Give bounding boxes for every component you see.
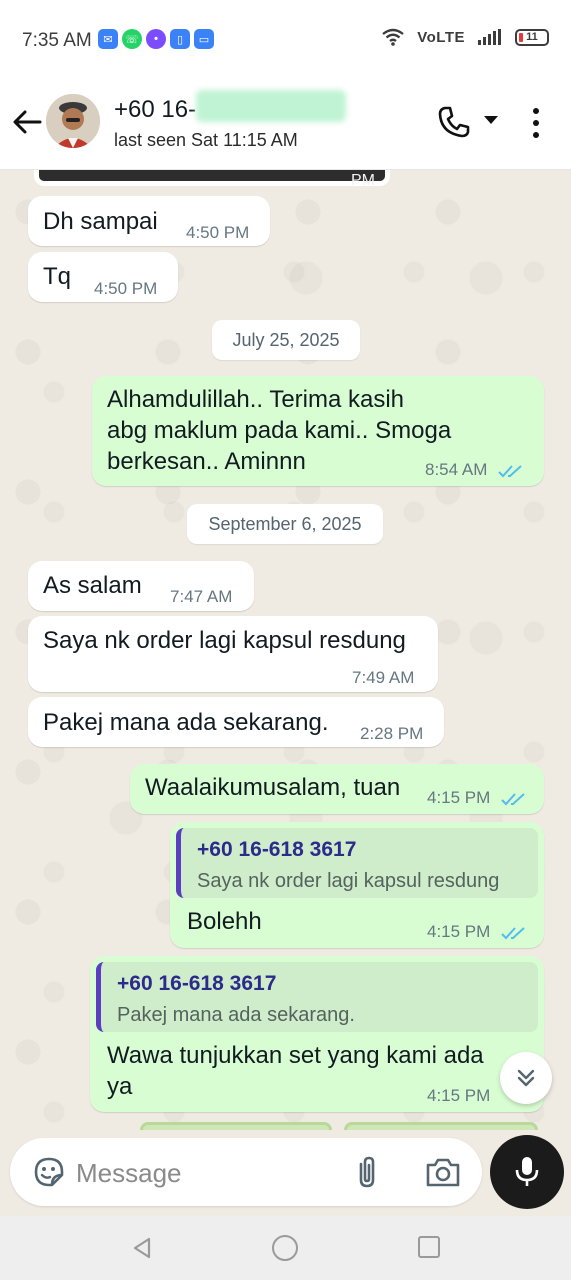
last-seen-status: last seen Sat 11:15 AM: [114, 130, 298, 150]
battery-saver-icon: ▭: [194, 29, 214, 49]
camera-icon[interactable]: [424, 1155, 462, 1189]
signal-icon: [478, 29, 501, 45]
quoted-text: Pakej mana ada sekarang.: [117, 1004, 355, 1026]
read-receipt-icon: [501, 792, 525, 805]
notification-icons: ✉ ☏ • ▯ ▭: [98, 29, 214, 49]
message-text: Pakej mana ada sekarang.: [43, 709, 329, 736]
quoted-sender: +60 16-618 3617: [117, 972, 277, 995]
media-message-peek[interactable]: [344, 1122, 538, 1130]
status-bar: 7:35 AM ✉ ☏ • ▯ ▭ VoLTE 11: [0, 0, 571, 80]
whatsapp-icon: ☏: [122, 29, 142, 49]
message-outgoing[interactable]: Alhamdulillah.. Terima kasih abg maklum …: [92, 376, 544, 486]
message-text: Dh sampai: [43, 208, 158, 235]
messenger-icon: ✉: [98, 29, 118, 49]
message-text: Saya nk order lagi kapsul resdung: [43, 627, 406, 654]
nav-recents-icon[interactable]: [418, 1236, 440, 1258]
message-time: 2:28 PM: [360, 724, 424, 743]
status-right: VoLTE 11: [381, 28, 549, 46]
attachment-icon[interactable]: [350, 1154, 384, 1190]
message-outgoing[interactable]: Waalaikumusalam, tuan 4:15 PM: [130, 764, 544, 814]
message-time: 8:54 AM: [425, 460, 524, 480]
quoted-message[interactable]: +60 16-618 3617 Saya nk order lagi kapsu…: [176, 828, 538, 898]
back-arrow-icon[interactable]: [10, 105, 44, 139]
app-icon: •: [146, 29, 166, 49]
call-options-caret-icon[interactable]: [484, 116, 498, 124]
chat-header: +60 16- last seen Sat 11:15 AM: [0, 80, 571, 170]
message-text: Waalaikumusalam, tuan: [145, 774, 401, 801]
status-time: 7:35 AM: [22, 30, 92, 51]
quoted-sender: +60 16-618 3617: [197, 838, 357, 861]
contact-name[interactable]: +60 16-: [114, 96, 196, 124]
sticker-emoji-icon[interactable]: [32, 1155, 66, 1189]
contact-avatar[interactable]: [46, 94, 100, 148]
message-incoming[interactable]: Tq 4:50 PM: [28, 252, 178, 302]
message-time: 7:49 AM: [352, 668, 415, 687]
message-time: 7:47 AM: [170, 587, 233, 606]
quoted-text: Saya nk order lagi kapsul resdung: [197, 870, 500, 892]
scroll-to-bottom-button[interactable]: [500, 1052, 552, 1104]
volte-label: VoLTE: [417, 28, 465, 46]
message-text: Alhamdulillah.. Terima kasih abg maklum …: [107, 386, 452, 475]
image-message[interactable]: 4:49 PM: [34, 170, 390, 189]
redaction-mask: [196, 90, 346, 122]
message-text: Bolehh: [187, 908, 262, 935]
message-time: 4:50 PM: [94, 279, 158, 298]
image-message-time: 4:49 PM: [351, 170, 382, 189]
message-incoming[interactable]: Saya nk order lagi kapsul resdung 7:49 A…: [28, 616, 438, 692]
wifi-icon: [382, 28, 404, 46]
microphone-icon: [515, 1157, 539, 1186]
media-message-peek[interactable]: [140, 1122, 332, 1130]
read-receipt-icon: [498, 464, 522, 477]
message-time: 4:15 PM: [427, 1086, 491, 1105]
quoted-message[interactable]: +60 16-618 3617 Pakej mana ada sekarang.: [96, 962, 538, 1032]
voice-call-icon[interactable]: [436, 104, 472, 140]
message-placeholder: Message: [76, 1158, 182, 1188]
nav-back-icon[interactable]: [130, 1236, 154, 1260]
battery-level: 11: [526, 31, 538, 43]
message-time: 4:15 PM: [427, 922, 527, 942]
date-chip: September 6, 2025: [187, 504, 383, 544]
message-outgoing-reply[interactable]: +60 16-618 3617 Saya nk order lagi kapsu…: [170, 822, 544, 948]
message-incoming[interactable]: Pakej mana ada sekarang. 2:28 PM: [28, 697, 444, 747]
nav-home-icon[interactable]: [272, 1235, 298, 1261]
voice-message-button[interactable]: [490, 1135, 564, 1209]
double-chevron-down-icon: [517, 1069, 535, 1087]
message-text: As salam: [43, 572, 142, 599]
chat-area[interactable]: 4:49 PM Dh sampai 4:50 PM Tq 4:50 PM Jul…: [0, 170, 571, 1130]
read-receipt-icon: [501, 926, 525, 939]
message-time: 4:15 PM: [427, 788, 527, 808]
more-options-icon[interactable]: [526, 106, 546, 140]
message-time: 4:50 PM: [186, 223, 250, 242]
battery-icon: 11: [515, 28, 549, 46]
message-input-field[interactable]: Message: [10, 1138, 482, 1206]
message-incoming[interactable]: Dh sampai 4:50 PM: [28, 196, 270, 246]
date-chip: July 25, 2025: [212, 320, 360, 360]
message-composer: Message: [0, 1130, 571, 1216]
phone-clone-icon: ▯: [170, 29, 190, 49]
message-outgoing-reply[interactable]: +60 16-618 3617 Pakej mana ada sekarang.…: [90, 956, 544, 1112]
message-text: Tq: [43, 263, 72, 290]
message-incoming[interactable]: As salam 7:47 AM: [28, 561, 254, 611]
system-navigation-bar: [0, 1216, 571, 1280]
